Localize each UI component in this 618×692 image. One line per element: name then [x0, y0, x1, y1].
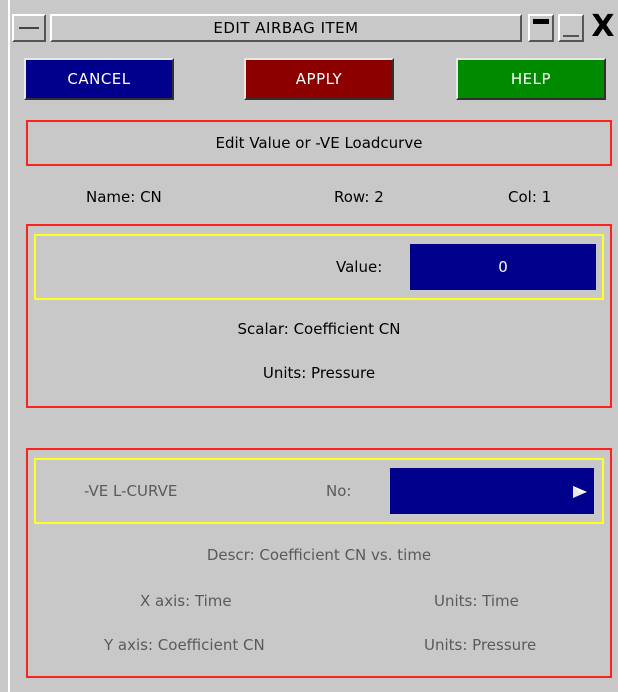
maximize-button[interactable] [558, 14, 584, 42]
window-menu-button[interactable] [12, 14, 46, 42]
name-label: Name: CN [86, 188, 162, 206]
scalar-label: Scalar: Coefficient CN [237, 320, 401, 338]
x-axis-label: X axis: Time [140, 592, 232, 610]
title-bar: EDIT AIRBAG ITEM X [10, 4, 618, 44]
descr-label: Descr: Coefficient CN vs. time [206, 546, 432, 564]
cancel-button[interactable]: CANCEL [24, 58, 174, 100]
curve-number-input[interactable] [390, 468, 594, 514]
play-arrow-icon [573, 486, 587, 498]
mode-label: Edit Value or -VE Loadcurve [215, 134, 423, 152]
curve-row: -VE L-CURVE No: [34, 458, 604, 524]
apply-button[interactable]: APPLY [244, 58, 394, 100]
value-label: Value: [336, 258, 383, 276]
edit-airbag-item-window: EDIT AIRBAG ITEM X CANCEL APPLY HELP Edi… [8, 0, 618, 692]
row-label: Row: 2 [334, 188, 384, 206]
x-units-label: Units: Time [434, 592, 519, 610]
col-label: Col: 1 [508, 188, 552, 206]
units-label: Units: Pressure [262, 364, 376, 382]
help-button[interactable]: HELP [456, 58, 606, 100]
value-row: Value: 0 [34, 234, 604, 300]
close-button[interactable]: X [588, 12, 618, 42]
mode-label-frame: Edit Value or -VE Loadcurve [26, 120, 612, 166]
value-section: Value: 0 Scalar: Coefficient CN Units: P… [26, 224, 612, 408]
minimize-button[interactable] [528, 14, 554, 42]
y-units-label: Units: Pressure [424, 636, 537, 654]
window-title: EDIT AIRBAG ITEM [50, 14, 522, 42]
curve-no-label: No: [326, 482, 352, 500]
curve-section: -VE L-CURVE No: Descr: Coefficient CN vs… [26, 448, 612, 678]
y-axis-label: Y axis: Coefficient CN [104, 636, 265, 654]
curve-label: -VE L-CURVE [84, 482, 178, 500]
value-input[interactable]: 0 [410, 244, 596, 290]
